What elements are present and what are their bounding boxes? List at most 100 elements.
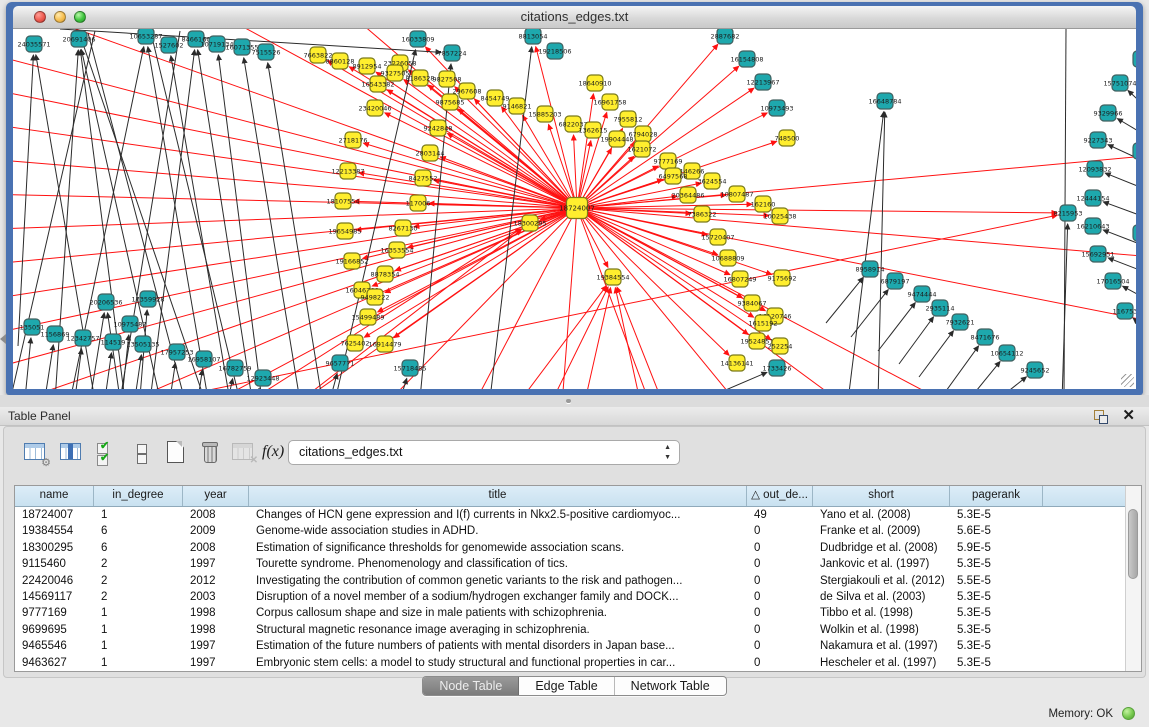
graph-node[interactable]: 9827508 <box>433 71 462 87</box>
graph-node[interactable]: 16033809 <box>401 31 434 47</box>
graph-node[interactable]: 16807249 <box>723 271 756 287</box>
row-height-button[interactable] <box>128 439 156 467</box>
graph-node[interactable] <box>1133 51 1136 67</box>
table-row[interactable]: 2242004622012Investigating the contribut… <box>15 573 1127 589</box>
panel-divider[interactable] <box>0 395 1149 407</box>
graph-node[interactable]: 19218506 <box>538 43 571 59</box>
graph-node[interactable]: 8427552 <box>409 170 438 186</box>
graph-node[interactable]: 748500 <box>775 130 800 146</box>
graph-node[interactable]: 8471676 <box>971 329 1000 345</box>
table-row[interactable]: 1938455462009Genome-wide association stu… <box>15 523 1127 539</box>
table-row[interactable]: 1872400712008Changes of HCN gene express… <box>15 507 1127 523</box>
close-panel-icon[interactable]: ✕ <box>1122 407 1135 425</box>
status-bar: Memory: OK <box>0 700 1149 727</box>
graph-edge <box>45 345 53 389</box>
graph-node[interactable]: 19654985 <box>328 223 361 239</box>
table-row[interactable]: 969969511998Structural magnetic resonanc… <box>15 622 1127 638</box>
tab-node-table[interactable]: Node Table <box>423 677 519 695</box>
graph-node[interactable]: 6879197 <box>881 273 910 289</box>
create-table-button[interactable] <box>162 439 190 467</box>
graph-node[interactable]: 12444154 <box>1076 190 1109 206</box>
graph-node[interactable]: 10807487 <box>720 186 753 202</box>
graph-node[interactable]: 1156869 <box>41 326 70 342</box>
graph-node[interactable]: 12213967 <box>746 74 779 90</box>
graph-node[interactable]: 114519 <box>101 334 126 350</box>
column-header-in_degree[interactable]: in_degree <box>94 486 183 506</box>
graph-node[interactable]: 117006 <box>406 195 431 211</box>
graph-node[interactable]: 15718485 <box>393 360 426 376</box>
scrollbar-thumb[interactable] <box>1128 509 1138 579</box>
graph-node[interactable]: 16210643 <box>1076 218 1109 234</box>
network-canvas[interactable]: 7663822886012889129542322605893275058186… <box>13 29 1136 389</box>
graph-node[interactable]: 15720407 <box>701 229 734 245</box>
graph-node[interactable]: 8215953 <box>1054 205 1083 221</box>
graph-node[interactable] <box>1133 143 1136 159</box>
graph-node[interactable]: 16914479 <box>368 336 401 352</box>
graph-node[interactable]: 20206536 <box>89 294 122 310</box>
vertical-scrollbar[interactable] <box>1125 486 1141 671</box>
column-header-year[interactable]: year <box>183 486 249 506</box>
selection-mode-button[interactable]: ✔ ✔ <box>94 439 122 467</box>
graph-node[interactable]: 9245652 <box>1021 362 1050 378</box>
column-header-short[interactable]: short <box>813 486 950 506</box>
table-settings-button[interactable]: ⚙ <box>22 439 50 467</box>
graph-node[interactable]: 16961758 <box>593 94 626 110</box>
graph-node[interactable]: 7932621 <box>946 314 975 330</box>
graph-node[interactable] <box>1133 225 1136 241</box>
graph-node-label: 1621072 <box>628 145 657 153</box>
graph-node[interactable]: 8813054 <box>519 29 548 44</box>
column-header-title[interactable]: title <box>249 486 747 506</box>
tab-network-table[interactable]: Network Table <box>615 677 726 695</box>
graph-node[interactable]: 15885203 <box>528 106 561 122</box>
table-row[interactable]: 1456911722003Disruption of a novel membe… <box>15 589 1127 605</box>
table-row[interactable]: 1830029562008Estimation of significance … <box>15 540 1127 556</box>
graph-node[interactable]: 2935114 <box>926 300 955 316</box>
graph-node-label: 15718485 <box>393 364 426 372</box>
table-cell: 5.9E-5 <box>950 540 1043 556</box>
table-row[interactable]: 946362711997Embryonic stem cells: a mode… <box>15 655 1127 671</box>
graph-node[interactable]: 7955812 <box>614 111 643 127</box>
graph-node[interactable]: 16154808 <box>730 51 763 67</box>
graph-node[interactable]: 116753 <box>1113 303 1136 319</box>
graph-node[interactable]: 12093832 <box>1078 161 1111 177</box>
graph-node[interactable]: 9175692 <box>768 270 797 286</box>
graph-node[interactable]: 9657771 <box>326 355 355 371</box>
graph-node[interactable]: 12342757 <box>66 330 99 346</box>
float-panel-icon[interactable] <box>1094 410 1107 423</box>
table-cell: Jankovic et al. (1997) <box>813 556 950 572</box>
graph-node[interactable]: 18107554 <box>326 193 359 209</box>
graph-node[interactable]: 2887682 <box>711 29 740 44</box>
column-header-out_de...[interactable]: △ out_de... <box>747 486 813 506</box>
graph-node[interactable]: 9474444 <box>908 286 937 302</box>
graph-node[interactable]: 2718176 <box>339 132 368 148</box>
panel-collapse-handle-icon[interactable] <box>0 334 6 344</box>
table-cell: 1997 <box>183 638 249 654</box>
graph-node[interactable]: 7857224 <box>438 45 467 61</box>
graph-node[interactable]: 8878354 <box>371 266 400 282</box>
column-header-pagerank[interactable]: pagerank <box>950 486 1043 506</box>
graph-node[interactable]: 13505135 <box>126 336 159 352</box>
graph-node[interactable]: 15751074 <box>1103 75 1136 91</box>
table-cell: 9463627 <box>15 655 94 671</box>
table-source-dropdown[interactable]: citations_edges.txt ▲▼ <box>288 440 680 465</box>
select-column-button[interactable] <box>58 439 86 467</box>
graph-node[interactable]: 17016504 <box>1096 273 1129 289</box>
graph-node[interactable]: 14136141 <box>720 355 753 371</box>
resize-grip-icon[interactable] <box>1121 374 1134 387</box>
function-builder-button[interactable]: f(x) <box>262 439 290 467</box>
window-titlebar[interactable]: citations_edges.txt <box>13 6 1136 29</box>
table-row[interactable]: 946554611997Estimation of the future num… <box>15 638 1127 654</box>
table-row[interactable]: 977716911998Corpus callosum shape and si… <box>15 605 1127 621</box>
graph-node[interactable]: 9227343 <box>1084 132 1113 148</box>
graph-node[interactable]: 10654112 <box>990 345 1023 361</box>
column-header-name[interactable]: name <box>15 486 94 506</box>
graph-node[interactable]: 15692951 <box>1081 246 1114 262</box>
graph-node[interactable]: 20364486 <box>671 187 704 203</box>
graph-node[interactable]: 19384554 <box>596 269 629 285</box>
delete-table-button[interactable] <box>196 439 224 467</box>
graph-node[interactable]: 16648784 <box>868 93 901 109</box>
table-row[interactable]: 911546021997Tourette syndrome. Phenomeno… <box>15 556 1127 572</box>
graph-node[interactable]: 18640910 <box>578 75 611 91</box>
graph-node[interactable]: 24035571 <box>17 36 50 52</box>
tab-edge-table[interactable]: Edge Table <box>519 677 614 695</box>
